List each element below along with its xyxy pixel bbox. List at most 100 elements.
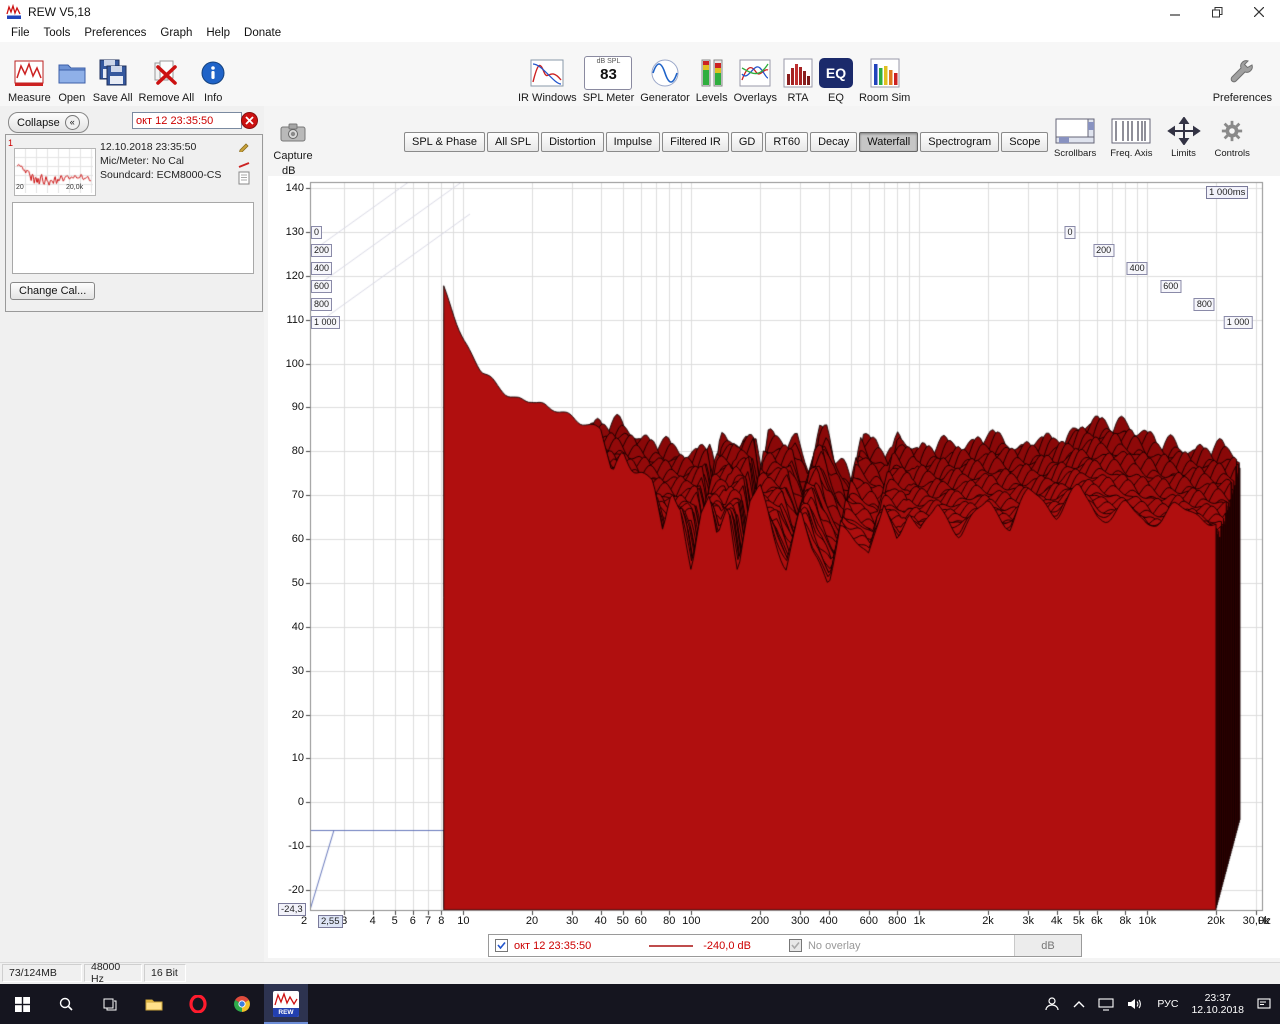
toolbar-overlays[interactable]: Overlays <box>734 46 777 104</box>
menu-preferences[interactable]: Preferences <box>77 26 153 40</box>
ir-windows-icon <box>530 54 564 92</box>
graph-tool-freq-axis[interactable]: Freq. Axis <box>1110 116 1152 159</box>
y-tick-label: -10 <box>264 840 304 852</box>
toolbar-generator[interactable]: Generator <box>640 46 690 104</box>
capture-button[interactable] <box>276 120 310 146</box>
y-tick-label: 30 <box>264 665 304 677</box>
trace-color-icon[interactable] <box>238 156 252 170</box>
file-explorer-button[interactable] <box>132 984 176 1024</box>
toolbar-ir-windows[interactable]: IR Windows <box>518 46 577 104</box>
tab-decay[interactable]: Decay <box>810 132 857 152</box>
measurement-thumbnail[interactable] <box>14 148 96 196</box>
tab-spl-phase[interactable]: SPL & Phase <box>404 132 485 152</box>
spl-meter-display: dB SPL83 <box>584 56 632 90</box>
tab-spectrogram[interactable]: Spectrogram <box>920 132 999 152</box>
graph-tools: Scrollbars Freq. Axis Limits Controls <box>1054 116 1250 159</box>
toolbar-eq[interactable]: EQEQ <box>819 46 853 104</box>
volume-icon[interactable] <box>1127 998 1144 1010</box>
opera-button[interactable] <box>176 984 220 1024</box>
y-tick-label: 120 <box>264 270 304 282</box>
graph-tool-label: Freq. Axis <box>1110 148 1152 159</box>
toolbar-preferences[interactable]: Preferences <box>1213 46 1272 104</box>
toolbar-open[interactable]: Open <box>57 46 87 104</box>
time-range-box[interactable]: 1 000ms <box>1206 186 1248 199</box>
clock-date: 12.10.2018 <box>1191 1004 1244 1016</box>
menu-tools[interactable]: Tools <box>37 26 78 40</box>
rew-logo-icon <box>6 4 22 20</box>
toolbar-info[interactable]: Info <box>200 46 226 104</box>
toolbar-spl-meter[interactable]: dB SPL83SPL Meter <box>583 46 635 104</box>
tab-rt60[interactable]: RT60 <box>765 132 808 152</box>
overlays-icon <box>739 54 771 92</box>
menu-help[interactable]: Help <box>199 26 237 40</box>
toolbar-measure[interactable]: Measure <box>8 46 51 104</box>
x-tick-label: 10k <box>1125 915 1169 927</box>
display-icon[interactable] <box>1098 998 1114 1011</box>
graph-tabs: SPL & PhaseAll SPLDistortionImpulseFilte… <box>404 132 1050 152</box>
status-cell-0: 73/124MB <box>2 964 82 982</box>
x-tick-label: 2k <box>966 915 1010 927</box>
legend-level: -240,0 dB <box>703 940 751 952</box>
notes-area[interactable] <box>12 202 254 274</box>
graph-tool-limits[interactable]: Limits <box>1167 116 1201 159</box>
titlebar: REW V5,18 <box>0 0 1280 25</box>
delete-measurement-button[interactable] <box>241 112 258 129</box>
open-folder-icon <box>57 54 87 92</box>
time-tick-label-right: 1 000 <box>1224 316 1253 329</box>
toolbar-levels[interactable]: Levels <box>696 46 728 104</box>
clock-time: 23:37 <box>1205 992 1231 1004</box>
pencil-icon[interactable] <box>238 139 252 153</box>
close-button[interactable] <box>1238 0 1280 24</box>
search-button[interactable] <box>44 984 88 1024</box>
time-tick-label-right: 600 <box>1160 280 1181 293</box>
start-button[interactable] <box>0 984 44 1024</box>
y-tick-label: 60 <box>264 533 304 545</box>
menu-donate[interactable]: Donate <box>237 26 288 40</box>
time-tick-label-right: 0 <box>1064 226 1075 239</box>
x-tick-label: 30,0k <box>1234 915 1278 927</box>
tab-filtered-ir[interactable]: Filtered IR <box>662 132 729 152</box>
task-view-button[interactable] <box>88 984 132 1024</box>
x-tick-label: 1k <box>897 915 941 927</box>
graph-tool-scrollbars[interactable]: Scrollbars <box>1054 116 1096 159</box>
tab-scope[interactable]: Scope <box>1001 132 1048 152</box>
language-indicator[interactable]: РУС <box>1157 998 1178 1010</box>
graph-tool-controls[interactable]: Controls <box>1215 116 1250 159</box>
action-center-icon[interactable] <box>1257 998 1272 1011</box>
toolbar-rta[interactable]: RTA <box>783 46 813 104</box>
time-tick-label-left: 600 <box>311 280 332 293</box>
toolbar-label: EQ <box>828 92 844 104</box>
y-tick-label: 90 <box>264 401 304 413</box>
tab-waterfall[interactable]: Waterfall <box>859 132 918 152</box>
taskbar-clock[interactable]: 23:3712.10.2018 <box>1191 992 1244 1016</box>
tab-all-spl[interactable]: All SPL <box>487 132 539 152</box>
notes-sheet-icon[interactable] <box>238 171 252 185</box>
people-icon[interactable] <box>1044 996 1060 1012</box>
main-toolbar: MeasureOpenSave AllRemove AllInfo IR Win… <box>0 42 1280 107</box>
no-overlay-checkbox[interactable] <box>789 939 802 952</box>
tab-gd[interactable]: GD <box>731 132 764 152</box>
chevron-up-icon[interactable] <box>1073 1000 1085 1008</box>
tab-impulse[interactable]: Impulse <box>606 132 661 152</box>
toolbar-room-sim[interactable]: Room Sim <box>859 46 910 104</box>
menu-graph[interactable]: Graph <box>153 26 199 40</box>
rew-taskbar-button[interactable]: REW <box>264 984 308 1024</box>
collapse-label: Collapse <box>17 117 60 129</box>
minimize-button[interactable] <box>1154 0 1196 24</box>
y-tick-label: 130 <box>264 226 304 238</box>
legend-checkbox[interactable] <box>495 939 508 952</box>
restore-button[interactable] <box>1196 0 1238 24</box>
left-freq-limit-box[interactable]: 2,55 <box>318 915 343 928</box>
measurement-name-input[interactable] <box>132 112 242 129</box>
bottom-db-limit-box[interactable]: -24,3 <box>278 903 306 916</box>
collapse-button[interactable]: Collapse « <box>8 112 89 133</box>
spl-meter-icon: dB SPL83 <box>584 54 632 92</box>
menu-file[interactable]: File <box>4 26 37 40</box>
save-all-icon <box>98 54 128 92</box>
tab-distortion[interactable]: Distortion <box>541 132 603 152</box>
toolbar-remove-all[interactable]: Remove All <box>139 46 195 104</box>
chrome-button[interactable] <box>220 984 264 1024</box>
change-cal-button[interactable]: Change Cal... <box>10 282 95 300</box>
waterfall-plot-canvas[interactable] <box>268 178 1280 946</box>
toolbar-save-all[interactable]: Save All <box>93 46 133 104</box>
